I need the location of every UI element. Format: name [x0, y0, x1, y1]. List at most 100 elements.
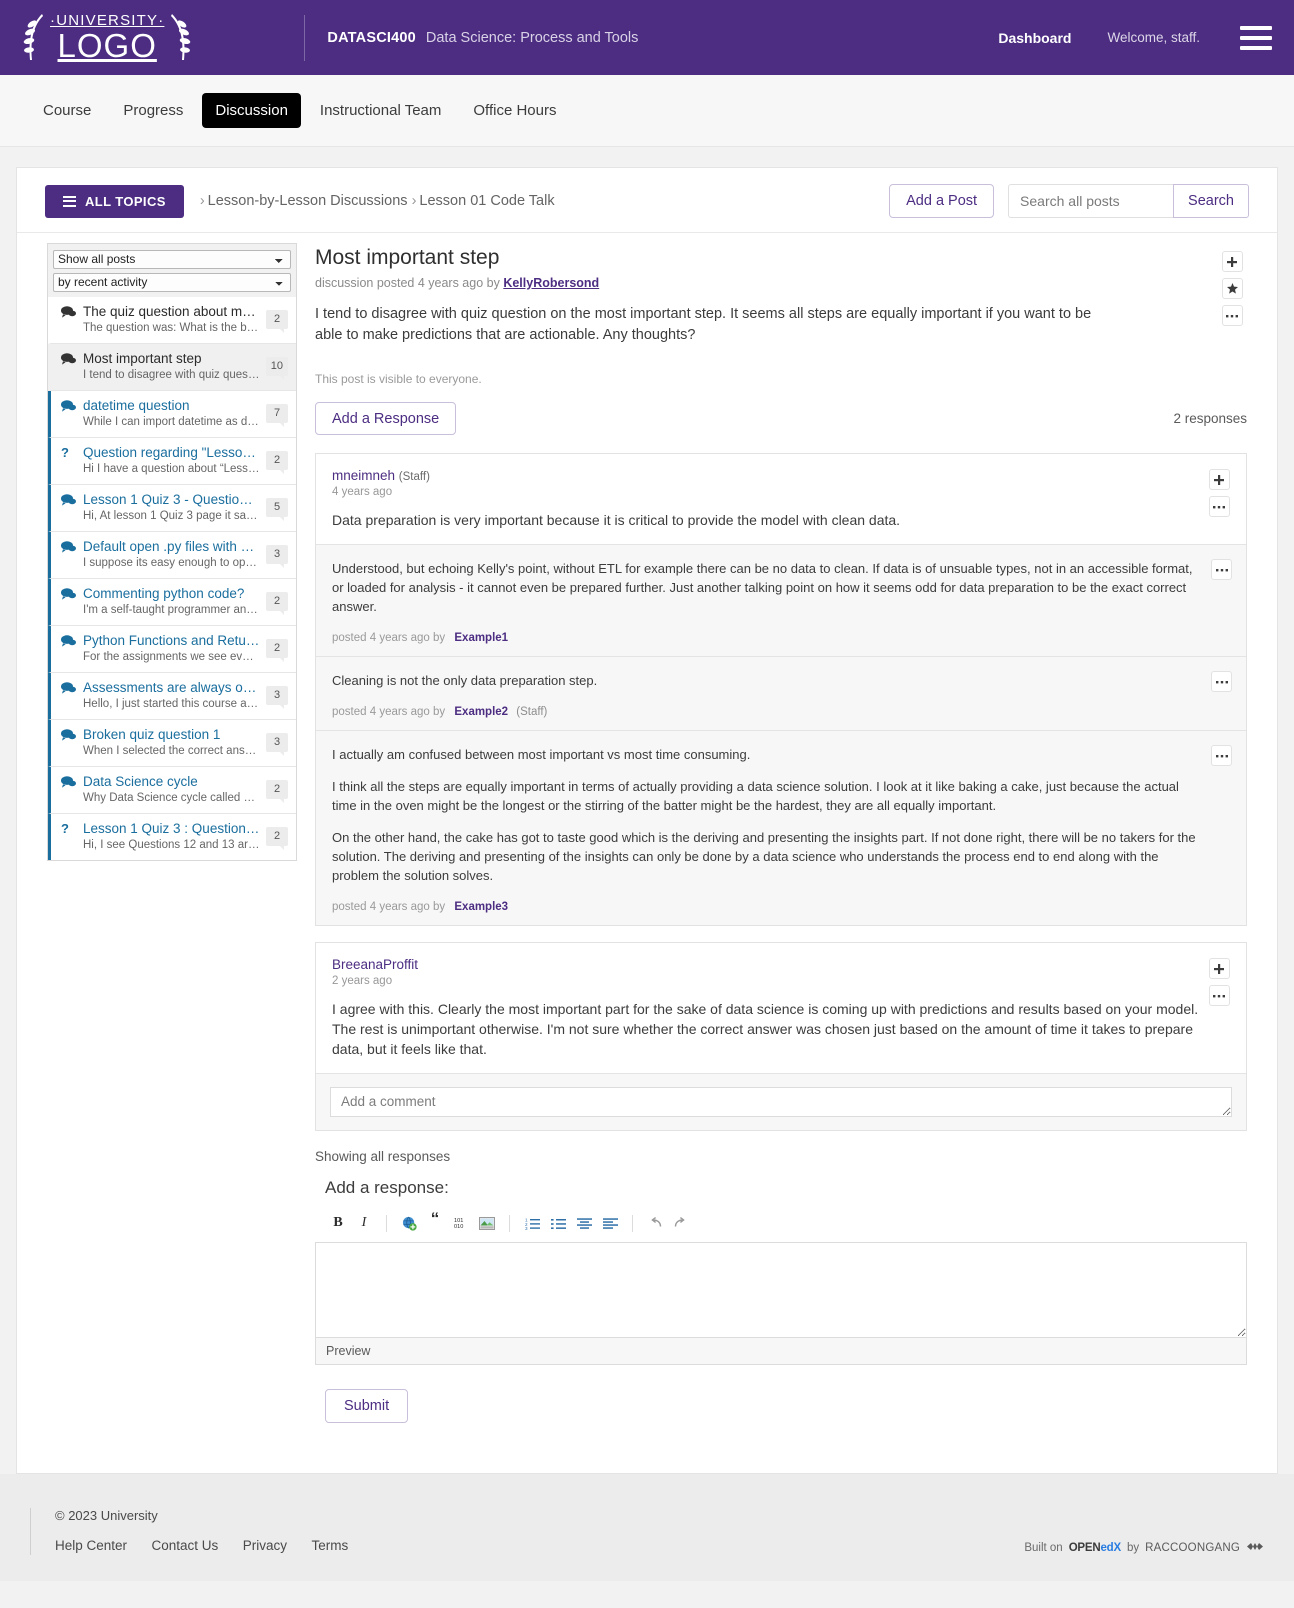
all-topics-label: ALL TOPICS — [85, 193, 166, 209]
post-body: I tend to disagree with quiz question on… — [315, 306, 1092, 343]
list-item-body: Assessments are always one ... Hello, I … — [83, 680, 264, 711]
star-icon[interactable] — [1221, 278, 1243, 299]
sort-select[interactable]: by recent activity — [53, 273, 291, 292]
thread-title: Default open .py files with Sp... — [83, 539, 260, 554]
add-comment-input[interactable] — [330, 1087, 1232, 1117]
bold-icon[interactable]: B — [325, 1212, 351, 1234]
footer-link-help-center[interactable]: Help Center — [55, 1538, 127, 1553]
thread-preview: Hi I have a question about “Lesso... — [83, 463, 260, 475]
welcome-text: Welcome, staff. — [1107, 30, 1200, 45]
comment-meta: posted 4 years ago by Example2 (Staff) — [332, 706, 1206, 718]
tab-office-hours[interactable]: Office Hours — [460, 93, 569, 128]
list-item-body: Python Functions and Return... For the a… — [83, 633, 264, 664]
response-textarea[interactable] — [315, 1242, 1247, 1338]
post-meta-prefix: discussion posted 4 years ago by — [315, 276, 500, 290]
tab-discussion[interactable]: Discussion — [202, 93, 301, 128]
response-editor: B I “ 101 010 123 Preview — [315, 1208, 1247, 1365]
comment-author-link[interactable]: Example3 — [454, 901, 508, 913]
tab-instructional-team[interactable]: Instructional Team — [307, 93, 454, 128]
submit-button[interactable]: Submit — [325, 1389, 409, 1423]
list-item[interactable]: Data Science cycle Why Data Science cycl… — [48, 767, 296, 814]
footer-link-terms[interactable]: Terms — [311, 1538, 348, 1553]
ellipsis-icon[interactable] — [1208, 985, 1230, 1006]
thread-reply-count: 2 — [266, 592, 288, 615]
laurel-right-icon — [166, 12, 192, 64]
list-item[interactable]: Python Functions and Return... For the a… — [48, 626, 296, 673]
tab-course[interactable]: Course — [30, 93, 104, 128]
thread-preview: Hi, At lesson 1 Quiz 3 page it says i... — [83, 510, 260, 522]
list-item-body: Lesson 1 Quiz 3 - Question o... Hi, At l… — [83, 492, 264, 523]
by-label: by — [1126, 1542, 1140, 1554]
footer-link-contact-us[interactable]: Contact Us — [152, 1538, 219, 1553]
plus-icon[interactable] — [1208, 958, 1230, 979]
list-item[interactable]: Commenting python code? I'm a self-taugh… — [48, 579, 296, 626]
plus-icon[interactable] — [1208, 469, 1230, 490]
list-item[interactable]: Lesson 1 Quiz 3 - Question o... Hi, At l… — [48, 485, 296, 532]
filter-posts-select[interactable]: Show all posts — [53, 250, 291, 269]
thread-preview: The question was: What is the bes... — [83, 322, 260, 334]
tab-progress[interactable]: Progress — [110, 93, 196, 128]
response-header: mneimneh (Staff) 4 years ago Data prepar… — [316, 454, 1246, 544]
university-logo[interactable]: ·UNIVERSITY· LOGO — [22, 12, 192, 64]
discussion-icon — [61, 351, 83, 365]
laurel-left-icon — [22, 12, 48, 64]
comment-author-link[interactable]: Example1 — [454, 632, 508, 644]
italic-icon[interactable]: I — [351, 1212, 377, 1234]
list-item[interactable]: ? Lesson 1 Quiz 3 : Questions ... Hi, I … — [48, 814, 296, 860]
response-author-link[interactable]: mneimneh — [332, 468, 395, 483]
align-left-icon[interactable] — [597, 1212, 623, 1234]
showing-all-responses-label: Showing all responses — [315, 1149, 451, 1164]
redo-icon[interactable] — [668, 1212, 694, 1234]
quote-icon[interactable]: “ — [422, 1210, 448, 1234]
add-response-button[interactable]: Add a Response — [315, 402, 457, 435]
breadcrumb-sep-2: › — [411, 193, 417, 209]
list-item[interactable]: Most important step I tend to disagree w… — [48, 344, 296, 391]
discussion-icon — [61, 492, 83, 506]
list-item[interactable]: Broken quiz question 1 When I selected t… — [48, 720, 296, 767]
search-button[interactable]: Search — [1173, 184, 1249, 218]
list-item[interactable]: The quiz question about mo... The questi… — [48, 297, 296, 344]
image-icon[interactable] — [474, 1212, 500, 1234]
thread-title: Data Science cycle — [83, 774, 198, 789]
unordered-list-icon[interactable] — [545, 1212, 571, 1234]
ellipsis-icon[interactable] — [1211, 559, 1232, 580]
staff-badge: (Staff) — [398, 471, 430, 483]
response-author: BreeanaProffit — [332, 957, 1206, 972]
all-topics-button[interactable]: ALL TOPICS — [45, 184, 184, 218]
dashboard-link[interactable]: Dashboard — [998, 30, 1071, 46]
post-author-link[interactable]: KellyRobersond — [503, 276, 599, 290]
ellipsis-icon[interactable] — [1211, 745, 1232, 766]
link-icon[interactable] — [396, 1212, 422, 1234]
code-icon[interactable]: 101 010 — [448, 1212, 474, 1234]
list-item[interactable]: Default open .py files with Sp... I supp… — [48, 532, 296, 579]
add-response-heading: Add a response: — [325, 1178, 449, 1197]
ellipsis-icon[interactable] — [1221, 305, 1243, 326]
list-item-body: Broken quiz question 1 When I selected t… — [83, 727, 264, 758]
comment-author-link[interactable]: Example2 — [454, 706, 508, 718]
ordered-list-icon[interactable]: 123 — [519, 1212, 545, 1234]
search-input[interactable] — [1008, 184, 1174, 218]
list-item-body: Data Science cycle Why Data Science cycl… — [83, 774, 264, 805]
list-item[interactable]: datetime question While I can import dat… — [48, 391, 296, 438]
thread-preview: While I can import datetime as dt, ... — [83, 416, 260, 428]
comment-main: Understood, but echoing Kelly's point, w… — [332, 559, 1206, 644]
align-center-icon[interactable] — [571, 1212, 597, 1234]
ellipsis-icon[interactable] — [1208, 496, 1230, 517]
discussion-toolbar: ALL TOPICS › Lesson-by-Lesson Discussions… — [17, 168, 1277, 233]
undo-icon[interactable] — [642, 1212, 668, 1234]
site-footer: © 2023 University Help Center Contact Us… — [0, 1474, 1294, 1581]
thread-preview: I suppose its easy enough to open... — [83, 557, 260, 569]
response-author-link[interactable]: BreeanaProffit — [332, 957, 418, 972]
list-item[interactable]: ? Question regarding "Lesson ... Hi I ha… — [48, 438, 296, 485]
hamburger-menu-icon[interactable] — [1240, 25, 1272, 50]
breadcrumb-item-0[interactable]: Lesson-by-Lesson Discussions — [208, 193, 408, 209]
response-author: mneimneh (Staff) — [332, 468, 1206, 483]
list-item[interactable]: Assessments are always one ... Hello, I … — [48, 673, 296, 720]
thread-title: Python Functions and Return... — [83, 633, 260, 648]
response-action-column — [1206, 957, 1232, 1059]
ellipsis-icon[interactable] — [1211, 671, 1232, 692]
add-post-button[interactable]: Add a Post — [889, 184, 995, 218]
footer-link-privacy[interactable]: Privacy — [243, 1538, 287, 1553]
plus-icon[interactable] — [1221, 251, 1243, 272]
breadcrumb-item-1[interactable]: Lesson 01 Code Talk — [419, 193, 554, 209]
